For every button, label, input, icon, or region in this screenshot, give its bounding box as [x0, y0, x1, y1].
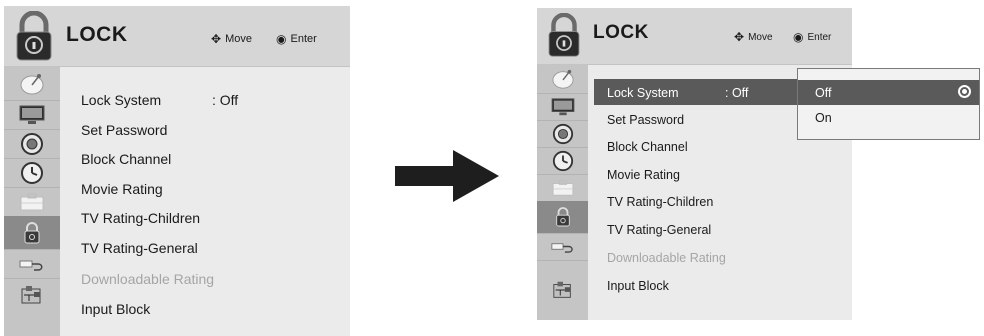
dropdown-option-on-label: On — [815, 111, 832, 125]
category-satellite[interactable] — [4, 67, 60, 101]
category-usb[interactable] — [537, 260, 588, 320]
menu-item-movie-rating[interactable]: Movie Rating — [81, 181, 163, 197]
category-lock[interactable] — [537, 201, 588, 234]
dropdown-option-off-label: Off — [815, 86, 832, 100]
radio-dot-icon: ◉ — [276, 32, 287, 46]
menu-item-input-block[interactable]: Input Block — [81, 301, 150, 317]
four-way-arrow-icon: ✥ — [734, 30, 745, 44]
category-lock[interactable] — [4, 216, 60, 250]
briefcase-icon — [552, 179, 573, 196]
category-option[interactable] — [4, 187, 60, 217]
radio-selected-icon — [958, 85, 971, 98]
menu-item-tv-rating-children[interactable]: TV Rating-Children — [81, 210, 200, 226]
enter-hint: ◉ Enter — [276, 32, 317, 46]
move-hint-label: Move — [748, 31, 773, 43]
radio-dot-icon: ◉ — [793, 30, 804, 44]
category-option[interactable] — [537, 174, 588, 202]
lock-system-value: : Off — [725, 86, 749, 100]
page-title: LOCK — [593, 22, 649, 43]
lock-icon — [24, 221, 40, 243]
transition-arrow-icon — [395, 150, 499, 202]
four-way-arrow-icon: ✥ — [211, 32, 222, 46]
lock-system-value: : Off — [212, 92, 239, 108]
satellite-dish-icon — [20, 73, 44, 94]
category-usb[interactable] — [4, 278, 60, 312]
menu-item-tv-rating-general[interactable]: TV Rating-General — [81, 240, 198, 256]
lock-icon — [16, 11, 52, 61]
speaker-icon — [552, 123, 573, 144]
enter-hint-label: Enter — [290, 33, 317, 45]
monitor-icon — [19, 105, 45, 124]
move-hint: ✥ Move — [734, 30, 773, 44]
page-title: LOCK — [66, 23, 128, 46]
dropdown-option-off[interactable]: Off — [798, 80, 979, 105]
category-picture[interactable] — [537, 93, 588, 121]
category-picture[interactable] — [4, 100, 60, 130]
speaker-icon — [21, 132, 43, 155]
clock-icon — [21, 161, 43, 184]
menu-item-block-channel[interactable]: Block Channel — [81, 151, 171, 167]
move-hint: ✥ Move — [211, 32, 252, 46]
category-time[interactable] — [537, 147, 588, 175]
usb-network-icon — [21, 286, 41, 304]
satellite-dish-icon — [551, 69, 574, 89]
enter-hint: ◉ Enter — [793, 30, 831, 44]
plug-icon — [550, 243, 573, 253]
lock-system-dropdown: Off On — [797, 68, 980, 140]
monitor-icon — [551, 97, 574, 115]
clock-icon — [552, 150, 573, 171]
menu-item-block-channel[interactable]: Block Channel — [607, 140, 688, 154]
usb-network-icon — [552, 281, 571, 298]
menu-item-set-password[interactable]: Set Password — [81, 122, 167, 138]
plug-icon — [19, 260, 43, 271]
lock-menu-panel-before: LOCK ✥ Move ◉ Enter Lock System: Off Se… — [4, 6, 350, 336]
menu-item-tv-rating-children[interactable]: TV Rating-Children — [607, 195, 713, 209]
enter-hint-label: Enter — [807, 31, 832, 43]
menu-header: LOCK ✥ Move ◉ Enter — [4, 6, 350, 67]
category-icon-column — [537, 65, 588, 320]
menu-item-movie-rating[interactable]: Movie Rating — [607, 168, 680, 182]
lock-icon — [555, 207, 570, 227]
lock-icon — [548, 13, 580, 57]
menu-item-tv-rating-general[interactable]: TV Rating-General — [607, 223, 711, 237]
menu-item-lock-system[interactable]: Lock System — [81, 92, 161, 108]
dropdown-option-on[interactable]: On — [798, 105, 979, 130]
menu-item-set-password[interactable]: Set Password — [607, 113, 684, 127]
category-input[interactable] — [537, 233, 588, 261]
briefcase-icon — [20, 193, 44, 210]
category-satellite[interactable] — [537, 65, 588, 94]
category-audio[interactable] — [4, 129, 60, 159]
menu-item-input-block[interactable]: Input Block — [607, 279, 669, 293]
menu-item-downloadable-rating: Downloadable Rating — [607, 251, 726, 265]
menu-header: LOCK ✥ Move ◉ Enter — [537, 8, 852, 65]
menu-item-lock-system[interactable]: Lock System — [607, 86, 679, 100]
category-time[interactable] — [4, 158, 60, 188]
category-input[interactable] — [4, 249, 60, 279]
menu-item-downloadable-rating: Downloadable Rating — [81, 271, 215, 287]
category-icon-column — [4, 67, 60, 336]
category-audio[interactable] — [537, 120, 588, 148]
lock-menu-panel-after: LOCK ✥ Move ◉ Enter Lock System: Off Se… — [537, 8, 852, 320]
move-hint-label: Move — [225, 33, 252, 45]
